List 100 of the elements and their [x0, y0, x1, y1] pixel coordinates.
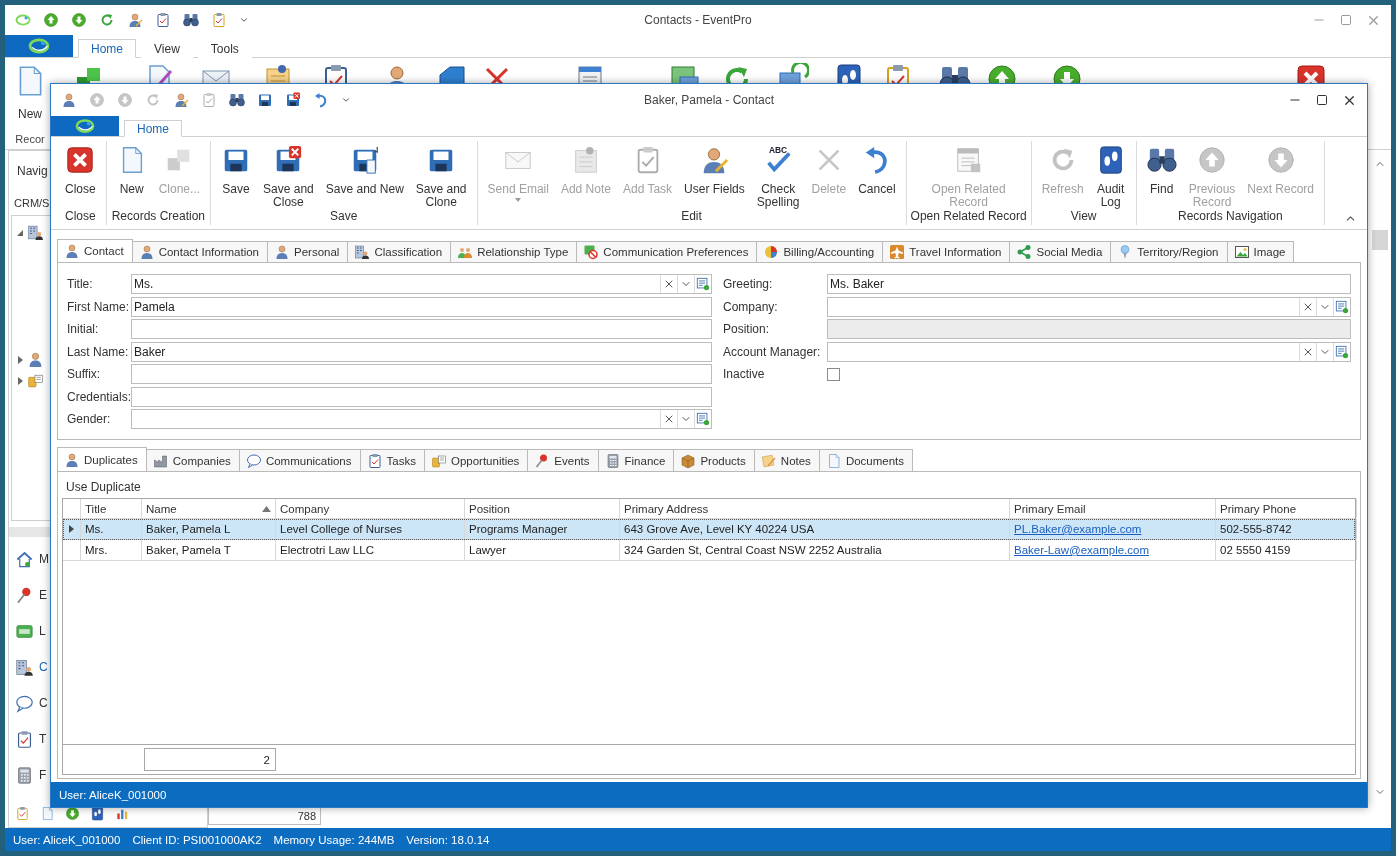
ribbon-button[interactable]: Cancel: [852, 145, 902, 196]
clipboard-icon: [15, 806, 30, 821]
app-menu-button[interactable]: [51, 116, 119, 136]
logo-icon: [75, 116, 95, 136]
navigation-item[interactable]: T: [39, 732, 47, 746]
close-icon: [65, 145, 96, 175]
tab[interactable]: Communication Preferences: [577, 241, 758, 263]
collapsed-arrow-icon[interactable]: [16, 355, 24, 364]
new-button[interactable]: New: [13, 64, 47, 121]
ribbon-button[interactable]: Save and Close: [257, 145, 320, 209]
tab[interactable]: Personal: [268, 241, 349, 263]
navigation-item[interactable]: F: [39, 768, 47, 782]
collapsed-arrow-icon[interactable]: [16, 376, 24, 385]
tab[interactable]: Duplicates: [57, 447, 147, 472]
binoculars-icon: [229, 92, 245, 108]
column-header[interactable]: Title: [81, 499, 142, 518]
table-cell: 502-555-8742: [1216, 519, 1357, 539]
field-label: Account Manager:: [723, 344, 822, 359]
maximize-button[interactable]: [1316, 94, 1328, 106]
tab[interactable]: Image: [1227, 241, 1295, 263]
coins-icon: [430, 452, 447, 469]
tab[interactable]: Contact: [57, 239, 133, 263]
tab[interactable]: Travel Information: [883, 241, 1011, 263]
field-label: Position:: [723, 322, 771, 336]
text-field[interactable]: Pamela: [131, 296, 712, 317]
app-menu-button[interactable]: [5, 35, 73, 57]
navigation-item[interactable]: C: [39, 696, 48, 710]
tab[interactable]: Billing/Accounting: [757, 241, 884, 263]
ribbon-tab[interactable]: Home: [124, 120, 182, 137]
maximize-icon: [1340, 14, 1352, 26]
ribbon-button[interactable]: Audit Log: [1089, 145, 1132, 209]
combo-field[interactable]: [827, 296, 1351, 317]
calculator-icon: [15, 765, 34, 785]
tab[interactable]: Social Media: [1010, 241, 1112, 263]
column-header[interactable]: Position: [465, 499, 620, 518]
building-icon: [354, 244, 371, 260]
text-field[interactable]: [131, 386, 712, 407]
email-link[interactable]: PL.Baker@example.com: [1010, 519, 1216, 539]
customize-icon[interactable]: [341, 95, 351, 105]
lookup-button[interactable]: [694, 410, 711, 428]
ribbon-button[interactable]: Find: [1140, 145, 1183, 196]
field-label: First Name:: [67, 299, 130, 314]
house-icon: [15, 549, 34, 569]
tab[interactable]: Contact Information: [132, 241, 268, 263]
text-field[interactable]: Baker: [131, 341, 712, 362]
column-header[interactable]: Company: [276, 499, 465, 518]
clipboard-icon: [366, 452, 383, 469]
tab[interactable]: Classification: [348, 241, 452, 263]
status-text: User: AliceK_001000: [59, 788, 167, 801]
tab[interactable]: Products: [674, 449, 755, 472]
status-text: Memory Usage: 244MB: [273, 833, 395, 846]
refresh-icon: [145, 92, 161, 108]
ribbon-button[interactable]: Save: [215, 145, 258, 196]
ribbon-button[interactable]: ABC Check Spelling: [750, 145, 806, 209]
text-field[interactable]: [131, 364, 712, 384]
tab[interactable]: Relationship Type: [451, 241, 578, 263]
lookup-button[interactable]: [694, 275, 711, 293]
combo-field[interactable]: [827, 341, 1351, 362]
scrollbar-thumb[interactable]: [1372, 230, 1388, 250]
navigation-item[interactable]: C: [39, 660, 48, 674]
field-label: Suffix:: [67, 367, 102, 381]
combo-field[interactable]: Ms.: [131, 274, 712, 294]
customize-icon[interactable]: [239, 15, 249, 25]
ribbon-button[interactable]: Save and New: [319, 145, 410, 196]
person-icon: [64, 451, 80, 468]
pie-chart-icon: [763, 244, 780, 260]
checkbox[interactable]: [827, 367, 840, 381]
field-label: Company:: [723, 299, 779, 314]
ribbon-button[interactable]: User Fields: [678, 145, 751, 196]
lookup-icon: [1335, 344, 1349, 359]
lookup-button[interactable]: [1333, 342, 1350, 361]
table-cell: 643 Grove Ave, Level KY 40224 USA: [620, 519, 1010, 539]
combo-field[interactable]: [131, 409, 712, 429]
ribbon-button[interactable]: Close: [59, 145, 102, 196]
navigation-item[interactable]: E: [39, 588, 47, 602]
email-link[interactable]: Baker-Law@example.com: [1010, 540, 1216, 560]
column-header[interactable]: Primary Address: [620, 499, 1010, 518]
tab[interactable]: Territory/Region: [1111, 241, 1228, 263]
text-field[interactable]: [131, 319, 712, 339]
row-indicator-icon: [69, 525, 74, 533]
clipboard-icon: [201, 92, 217, 108]
navigation-item[interactable]: M: [39, 552, 49, 566]
ribbon-tab[interactable]: Home: [78, 39, 136, 58]
refresh-icon: [99, 12, 115, 28]
use-duplicate-link[interactable]: Use Duplicate: [66, 480, 141, 494]
text-field[interactable]: Ms. Baker: [827, 274, 1351, 294]
group-label: Records Creation: [111, 209, 206, 225]
column-header[interactable]: Name: [142, 499, 276, 518]
navigation-item[interactable]: L: [39, 624, 46, 638]
lookup-icon: [1335, 299, 1349, 314]
column-header[interactable]: Primary Email: [1010, 499, 1216, 518]
tab[interactable]: Communications: [239, 449, 361, 472]
table-cell: 324 Garden St, Central Coast NSW 2252 Australia: [620, 540, 1010, 560]
lookup-button[interactable]: [1333, 297, 1350, 316]
logo-icon: [15, 12, 31, 28]
expanded-arrow-icon[interactable]: [16, 228, 24, 237]
ribbon-button[interactable]: New: [110, 145, 153, 196]
column-header[interactable]: Primary Phone: [1216, 499, 1357, 518]
tab[interactable]: Events: [528, 449, 599, 472]
ribbon-button[interactable]: Save and Clone: [409, 145, 473, 209]
